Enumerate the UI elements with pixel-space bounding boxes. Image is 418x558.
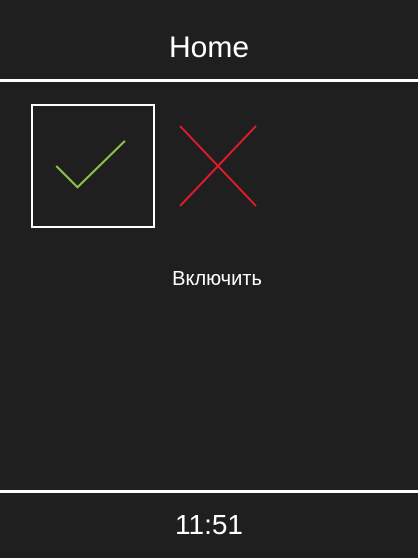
action-label: Включить	[172, 268, 262, 290]
cancel-button[interactable]	[168, 114, 268, 218]
footer-divider	[0, 490, 418, 493]
x-icon	[179, 125, 257, 207]
header-divider	[0, 79, 418, 82]
clock: 11:51	[175, 509, 243, 540]
confirm-button[interactable]	[31, 104, 155, 228]
check-icon	[55, 140, 126, 189]
page-title: Home	[168, 31, 250, 64]
device-screen: Home Включить 11:51	[0, 0, 418, 558]
